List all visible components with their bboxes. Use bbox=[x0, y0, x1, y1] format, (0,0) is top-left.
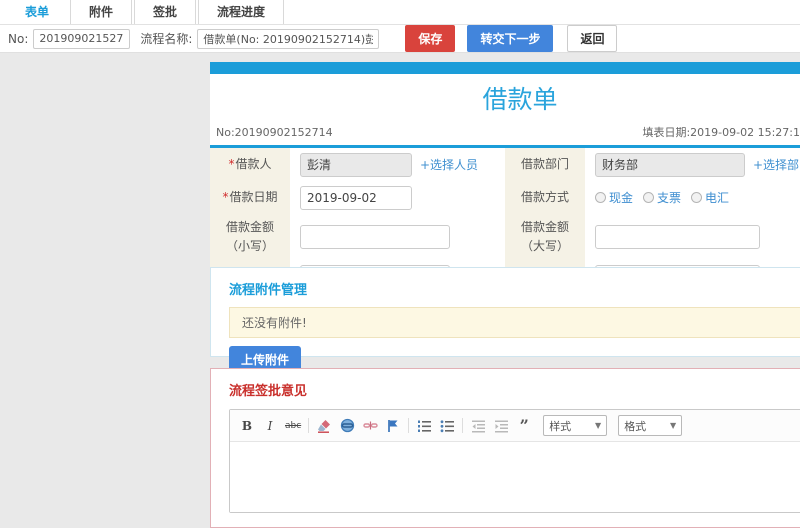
attachments-title: 流程附件管理 bbox=[229, 283, 308, 298]
required-mark: * bbox=[228, 156, 235, 171]
toolbar-separator bbox=[462, 418, 464, 433]
styles-dropdown[interactable]: 样式 ▼ bbox=[543, 415, 608, 436]
required-mark: * bbox=[222, 189, 229, 204]
anchor-flag-icon[interactable] bbox=[385, 418, 401, 434]
loan-date-label: *借款日期 bbox=[210, 181, 290, 214]
strikethrough-icon[interactable]: abc bbox=[285, 418, 301, 434]
radio-circle-icon bbox=[595, 192, 606, 203]
doc-info-row: No:20190902152714 填表日期:2019-09-02 15:27:… bbox=[210, 120, 800, 148]
borrower-field: +选择人员 bbox=[290, 148, 505, 181]
amount-big-field bbox=[585, 214, 800, 261]
fill-date: 填表日期:2019-09-02 15:27:1 bbox=[642, 126, 800, 139]
loan-method-field: 现金 支票 电汇 bbox=[585, 181, 800, 214]
select-department-link[interactable]: +选择部门 bbox=[753, 156, 800, 173]
loan-method-label: 借款方式 bbox=[505, 181, 585, 214]
radio-wire[interactable]: 电汇 bbox=[691, 189, 729, 206]
attachments-panel: 流程附件管理 还没有附件! 上传附件 bbox=[210, 267, 800, 373]
panel-accent-bar bbox=[210, 62, 800, 74]
back-button[interactable]: 返回 bbox=[567, 25, 618, 52]
radio-cash[interactable]: 现金 bbox=[595, 189, 633, 206]
editor-toolbar: B I abc ” 样式 ▼ 格式 ▼ bbox=[230, 410, 800, 442]
radio-check[interactable]: 支票 bbox=[643, 189, 681, 206]
toolbar: No: 流程名称: 保存 转交下一步 返回 bbox=[0, 25, 800, 53]
no-input[interactable] bbox=[33, 28, 131, 49]
indent-icon[interactable] bbox=[493, 418, 509, 434]
select-personnel-link[interactable]: +选择人员 bbox=[420, 156, 478, 173]
tab-form[interactable]: 表单 bbox=[6, 0, 69, 24]
amount-big-label: 借款金额（大写） bbox=[505, 214, 585, 261]
amount-small-input[interactable] bbox=[300, 225, 450, 250]
chevron-down-icon: ▼ bbox=[595, 421, 602, 430]
doc-number: No:20190902152714 bbox=[216, 125, 333, 139]
borrower-label: *借款人 bbox=[210, 148, 290, 181]
italic-icon[interactable]: I bbox=[262, 418, 278, 434]
loan-date-input[interactable] bbox=[300, 185, 412, 210]
amount-small-label: 借款金额（小写） bbox=[210, 214, 290, 261]
no-attachments-message: 还没有附件! bbox=[229, 307, 800, 338]
approval-title: 流程签批意见 bbox=[229, 384, 308, 399]
loan-form-panel: 借款单 No:20190902152714 填表日期:2019-09-02 15… bbox=[210, 62, 800, 297]
link-icon[interactable] bbox=[339, 418, 355, 434]
forward-next-step-button[interactable]: 转交下一步 bbox=[467, 25, 554, 52]
department-label: 借款部门 bbox=[505, 148, 585, 181]
tab-progress[interactable]: 流程进度 bbox=[198, 0, 285, 24]
remove-format-icon[interactable] bbox=[316, 418, 332, 434]
toolbar-separator bbox=[408, 418, 410, 433]
amount-big-input[interactable] bbox=[595, 225, 760, 250]
tab-attachments[interactable]: 附件 bbox=[70, 0, 133, 24]
loan-date-field bbox=[290, 181, 505, 214]
tab-approval[interactable]: 签批 bbox=[134, 0, 197, 24]
bulleted-list-icon[interactable] bbox=[439, 418, 455, 434]
department-field: +选择部门 bbox=[585, 148, 800, 181]
flow-name-label: 流程名称: bbox=[140, 32, 193, 46]
save-button[interactable]: 保存 bbox=[405, 25, 456, 52]
flow-name-input[interactable] bbox=[197, 28, 380, 49]
chevron-down-icon: ▼ bbox=[670, 421, 677, 430]
outdent-icon[interactable] bbox=[470, 418, 486, 434]
radio-circle-icon bbox=[643, 192, 655, 203]
unlink-icon[interactable] bbox=[362, 418, 378, 434]
format-dropdown[interactable]: 格式 ▼ bbox=[618, 415, 683, 436]
tab-bar: 表单 附件 签批 流程进度 bbox=[0, 0, 800, 25]
no-label: No: bbox=[8, 31, 29, 46]
radio-circle-icon bbox=[691, 192, 703, 203]
loan-method-radio-group: 现金 支票 电汇 bbox=[595, 189, 729, 206]
page-title: 借款单 bbox=[482, 85, 558, 114]
numbered-list-icon[interactable] bbox=[416, 418, 432, 434]
blockquote-icon[interactable]: ” bbox=[516, 417, 532, 434]
rich-text-editor: B I abc ” 样式 ▼ 格式 ▼ bbox=[229, 409, 800, 513]
bold-icon[interactable]: B bbox=[239, 418, 255, 434]
borrower-input[interactable] bbox=[300, 152, 412, 177]
amount-small-field bbox=[290, 214, 505, 261]
toolbar-separator bbox=[308, 418, 310, 433]
approval-panel: 流程签批意见 B I abc ” 样式 ▼ 格式 ▼ bbox=[210, 368, 800, 528]
department-input[interactable] bbox=[595, 152, 745, 177]
header: 表单 附件 签批 流程进度 No: 流程名称: 保存 转交下一步 返回 bbox=[0, 0, 800, 53]
